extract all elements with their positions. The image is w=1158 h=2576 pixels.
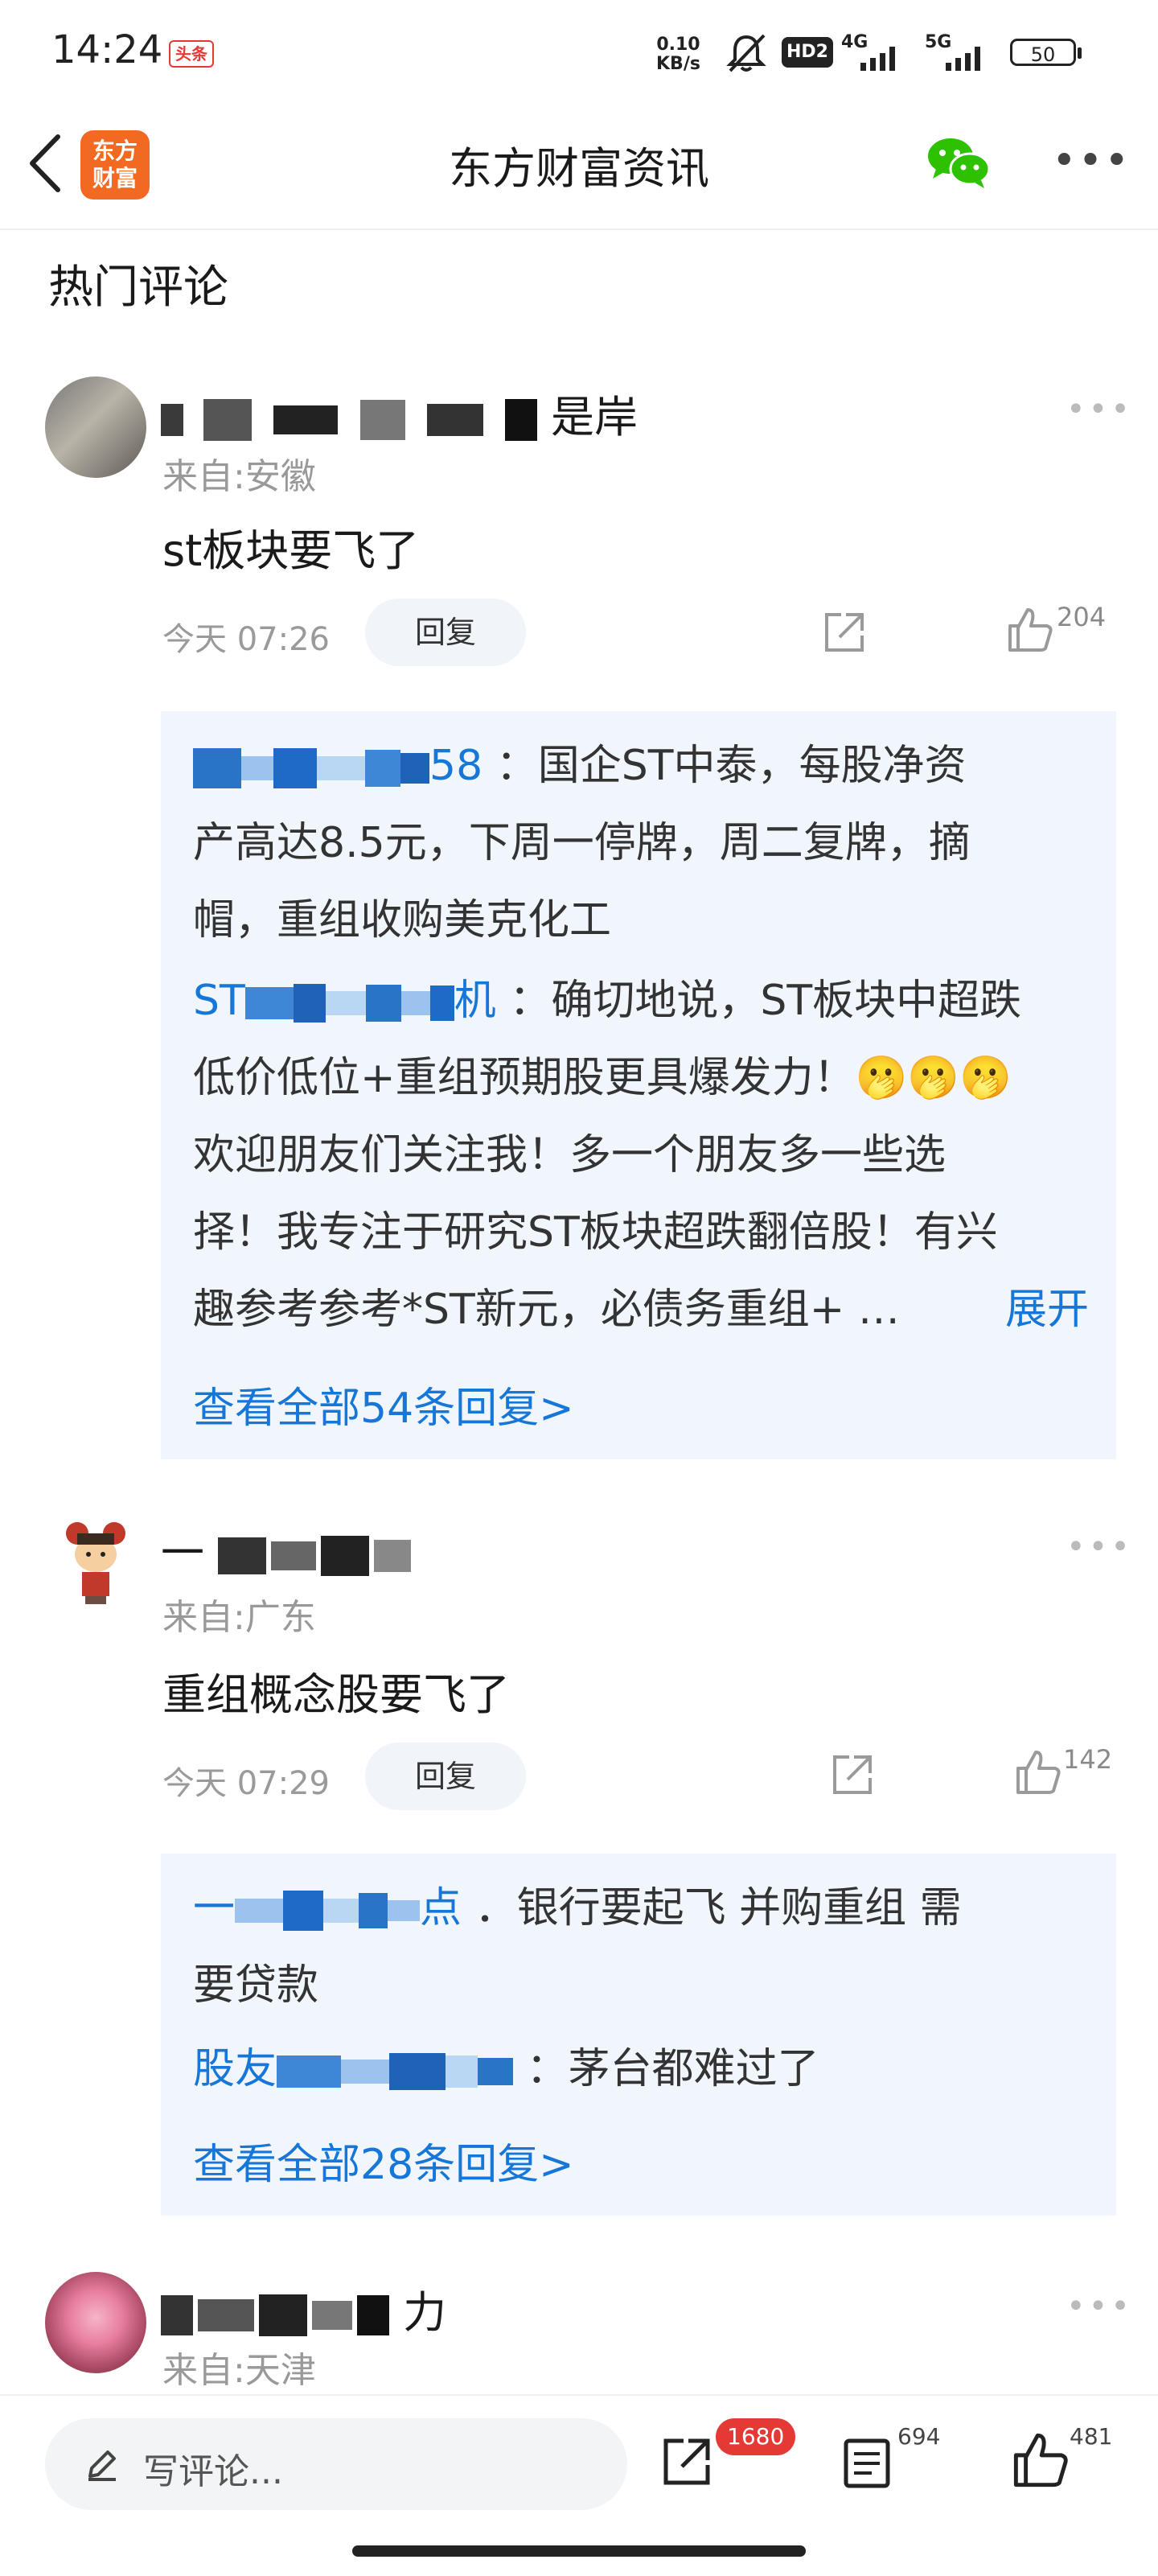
- more-icon[interactable]: •••: [1066, 1529, 1133, 1566]
- reply-username[interactable]: 股友: [193, 2045, 527, 2093]
- signal-bars-icon: [860, 47, 895, 71]
- status-bar: 14:24 头条 0.10 KB/s HD2 4G 5G 50: [0, 0, 1158, 105]
- reply-text: 茅台都难过了: [568, 2045, 819, 2093]
- comment-location: 来自:广东: [162, 1597, 316, 1638]
- comment-time: 今天 07:26: [162, 621, 330, 658]
- avatar[interactable]: [45, 377, 146, 478]
- thumb-up-icon[interactable]: [1013, 1747, 1063, 1797]
- mute-bell-icon: [726, 34, 766, 72]
- write-comment-input[interactable]: [45, 2418, 627, 2510]
- reply-text: 要贷款: [193, 1961, 319, 2010]
- reply-text: 欢迎朋友们关注我！多一个朋友多一些选: [193, 1131, 947, 1179]
- reply-separator: ：: [495, 742, 538, 790]
- wechat-icon[interactable]: [925, 134, 992, 190]
- reply-line: 股友 ：茅台都难过了: [193, 2031, 1094, 2108]
- status-time: 14:24: [51, 27, 163, 72]
- comment-content: 重组概念股要飞了: [162, 1669, 510, 1720]
- reply-line: 一点 ．银行要起飞 并购重组 需: [193, 1870, 1094, 1947]
- write-comment-placeholder: 写评论...: [143, 2451, 283, 2492]
- reply-item[interactable]: 股友 ：茅台都难过了: [193, 2031, 1094, 2108]
- view-all-replies-link[interactable]: 查看全部54条回复>: [193, 1374, 574, 1434]
- comment-username[interactable]: 力: [161, 2277, 446, 2340]
- share-icon[interactable]: [820, 608, 868, 656]
- reply-item[interactable]: 58 ：国企ST中泰，每股净资 产高达8.5元，下周一停牌，周二复牌，摘 帽，重…: [193, 727, 1094, 959]
- reply-separator: ：: [526, 2045, 569, 2093]
- reply-line: ST 机 ：确切地说，ST板块中超跌: [193, 962, 1094, 1039]
- net-speed-unit: KB/s: [656, 54, 700, 74]
- signal-bars-icon: [946, 47, 980, 71]
- reply-username-text: 58: [429, 742, 483, 790]
- comment-location: 来自:天津: [162, 2350, 316, 2391]
- username-text: 是岸: [551, 392, 639, 442]
- net-speed-value: 0.10: [656, 35, 700, 55]
- reply-button[interactable]: 回复: [365, 599, 526, 666]
- comment-username[interactable]: 是岸: [161, 381, 638, 445]
- hd-voice-icon: HD2: [782, 37, 833, 68]
- reply-username-text: ST: [193, 977, 245, 1025]
- avatar-cartoon-icon: [66, 1522, 125, 1604]
- share-icon[interactable]: [828, 1751, 877, 1799]
- reply-username-text: 股友: [193, 2045, 277, 2093]
- toutiao-notification-icon: 头条: [169, 40, 214, 68]
- pencil-icon: [88, 2450, 116, 2481]
- reply-text: 国企ST中泰，每股净资: [537, 742, 967, 790]
- reply-text: 低价低位+重组预期股更具爆发力！🫢🫢🫢: [193, 1054, 1012, 1102]
- reply-item[interactable]: 一点 ．银行要起飞 并购重组 需 要贷款: [193, 1870, 1094, 2024]
- comment-username[interactable]: 一: [161, 1517, 412, 1581]
- reply-line: 趣参考参考*ST新元，必债务重组+ … 展开: [193, 1271, 1094, 1348]
- comment-count: 694: [897, 2423, 941, 2450]
- reply-username[interactable]: 58: [193, 742, 496, 790]
- avatar[interactable]: [45, 2272, 146, 2373]
- share-count-badge: 1680: [716, 2418, 796, 2455]
- like-count: 481: [1070, 2423, 1113, 2450]
- view-all-replies-link[interactable]: 查看全部28条回复>: [193, 2130, 574, 2191]
- reply-text: 银行要起飞 并购重组 需: [516, 1884, 962, 1932]
- reply-text: 帽，重组收购美克化工: [193, 896, 612, 944]
- reply-separator: ．: [474, 1884, 517, 1932]
- comment-content: st板块要飞了: [162, 525, 420, 576]
- reply-username-text: 一: [193, 1884, 236, 1932]
- comment-location: 来自:安徽: [162, 456, 316, 497]
- more-icon[interactable]: •••: [1052, 140, 1131, 182]
- reply-line: 58 ：国企ST中泰，每股净资: [193, 727, 1094, 804]
- more-icon[interactable]: •••: [1066, 391, 1133, 428]
- reply-username[interactable]: ST 机: [193, 977, 509, 1025]
- like-count: 142: [1063, 1744, 1113, 1775]
- share-icon[interactable]: [658, 2433, 716, 2491]
- comment-list-icon[interactable]: [840, 2436, 894, 2491]
- reply-button[interactable]: 回复: [365, 1743, 526, 1810]
- section-title: 热门评论: [48, 261, 228, 314]
- reply-username[interactable]: 一点: [193, 1884, 475, 1932]
- home-indicator[interactable]: [352, 2545, 806, 2557]
- reply-separator: ：: [509, 977, 552, 1025]
- more-icon[interactable]: •••: [1066, 2288, 1133, 2325]
- reply-username-text: 机: [454, 977, 496, 1025]
- reply-username-text: 点: [420, 1884, 462, 1932]
- battery-icon: 50: [1010, 39, 1082, 66]
- like-count: 204: [1057, 602, 1107, 632]
- net-speed: 0.10 KB/s: [656, 35, 700, 74]
- username-text: 一: [161, 1528, 204, 1578]
- reply-text: 确切地说，ST板块中超跌: [551, 977, 1022, 1025]
- comment-time: 今天 07:29: [162, 1765, 330, 1802]
- reply-item[interactable]: ST 机 ：确切地说，ST板块中超跌 低价低位+重组预期股更具爆发力！🫢🫢🫢 欢迎…: [193, 962, 1094, 1348]
- reply-text: 趣参考参考*ST新元，必债务重组+ …: [193, 1286, 900, 1334]
- thumb-up-icon[interactable]: [1005, 605, 1055, 655]
- reply-text: 产高达8.5元，下周一停牌，周二复牌，摘: [193, 819, 971, 867]
- thumb-up-icon[interactable]: [1010, 2430, 1071, 2491]
- expand-link[interactable]: 展开: [1005, 1271, 1089, 1348]
- reply-text: 择！我专注于研究ST板块超跌翻倍股！有兴: [193, 1208, 998, 1257]
- username-text: 力: [403, 2287, 447, 2338]
- avatar[interactable]: [45, 1509, 146, 1611]
